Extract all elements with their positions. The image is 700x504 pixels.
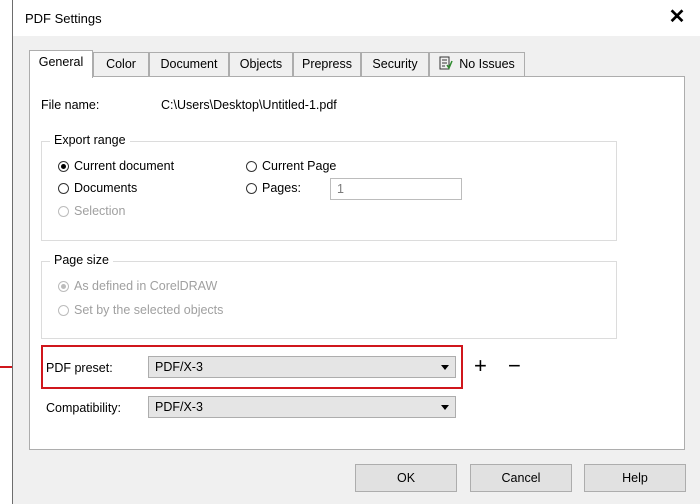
tab-security-label: Security	[372, 57, 418, 71]
radio-dot	[58, 205, 69, 217]
tab-color[interactable]: Color	[93, 52, 149, 76]
current-document-radio[interactable]: Current document	[58, 159, 174, 173]
title-bar: PDF Settings ✕	[13, 0, 700, 36]
tab-color-label: Color	[106, 57, 136, 71]
selection-label: Selection	[74, 204, 126, 218]
dialog-title: PDF Settings	[25, 11, 102, 26]
documents-label: Documents	[74, 181, 138, 195]
set-by-selected-label: Set by the selected objects	[74, 303, 224, 317]
tab-document-label: Document	[160, 57, 218, 71]
tab-general[interactable]: General	[29, 50, 93, 78]
current-page-radio[interactable]: Current Page	[246, 159, 336, 173]
file-name-label: File name:	[41, 98, 100, 112]
compatibility-value: PDF/X-3	[155, 400, 203, 414]
radio-dot	[246, 182, 257, 194]
tab-no-issues[interactable]: No Issues	[429, 52, 525, 76]
export-range-title: Export range	[50, 133, 130, 147]
radio-dot	[58, 182, 69, 194]
pdf-settings-dialog: PDF Settings ✕ General Color Document Ob…	[12, 0, 700, 504]
tab-prepress-label: Prepress	[301, 57, 353, 71]
page-size-group: Page size As defined in CorelDRAW Set by…	[41, 253, 617, 339]
tab-document[interactable]: Document	[149, 52, 229, 76]
pages-radio[interactable]: Pages:	[246, 181, 301, 195]
radio-dot	[58, 160, 69, 172]
general-panel: File name: C:\Users\Desktop\Untitled-1.p…	[29, 76, 685, 450]
chevron-down-icon	[441, 365, 449, 370]
close-icon[interactable]: ✕	[664, 4, 690, 30]
ok-button[interactable]: OK	[355, 464, 457, 492]
file-name-value: C:\Users\Desktop\Untitled-1.pdf	[161, 98, 337, 112]
compatibility-label: Compatibility:	[46, 401, 122, 415]
radio-dot	[58, 280, 69, 292]
page-size-title: Page size	[50, 253, 113, 267]
add-preset-icon[interactable]: +	[474, 355, 487, 377]
compatibility-dropdown[interactable]: PDF/X-3	[148, 396, 456, 418]
pdf-preset-label: PDF preset:	[46, 361, 113, 375]
help-button[interactable]: Help	[584, 464, 686, 492]
as-defined-radio[interactable]: As defined in CorelDRAW	[58, 279, 217, 293]
radio-dot	[58, 304, 69, 316]
selection-radio[interactable]: Selection	[58, 204, 125, 218]
tab-general-label: General	[38, 55, 84, 69]
as-defined-label: As defined in CorelDRAW	[74, 279, 218, 293]
tab-objects-label: Objects	[239, 57, 283, 71]
cancel-button[interactable]: Cancel	[470, 464, 572, 492]
tab-prepress[interactable]: Prepress	[293, 52, 361, 76]
pdf-preset-dropdown[interactable]: PDF/X-3	[148, 356, 456, 378]
tab-objects[interactable]: Objects	[229, 52, 293, 76]
pdf-preset-value: PDF/X-3	[155, 360, 203, 374]
remove-preset-icon[interactable]: −	[508, 355, 521, 377]
pages-input[interactable]: 1	[330, 178, 462, 200]
current-document-label: Current document	[74, 159, 175, 173]
documents-radio[interactable]: Documents	[58, 181, 137, 195]
tab-no-issues-label: No Issues	[459, 57, 515, 71]
chevron-down-icon	[441, 405, 449, 410]
set-by-selected-radio[interactable]: Set by the selected objects	[58, 303, 223, 317]
tab-security[interactable]: Security	[361, 52, 429, 76]
radio-dot	[246, 160, 257, 172]
current-page-label: Current Page	[262, 159, 337, 173]
pages-label: Pages:	[262, 181, 301, 195]
checklist-icon	[439, 56, 453, 70]
export-range-group: Export range Current document Current Pa…	[41, 133, 617, 241]
